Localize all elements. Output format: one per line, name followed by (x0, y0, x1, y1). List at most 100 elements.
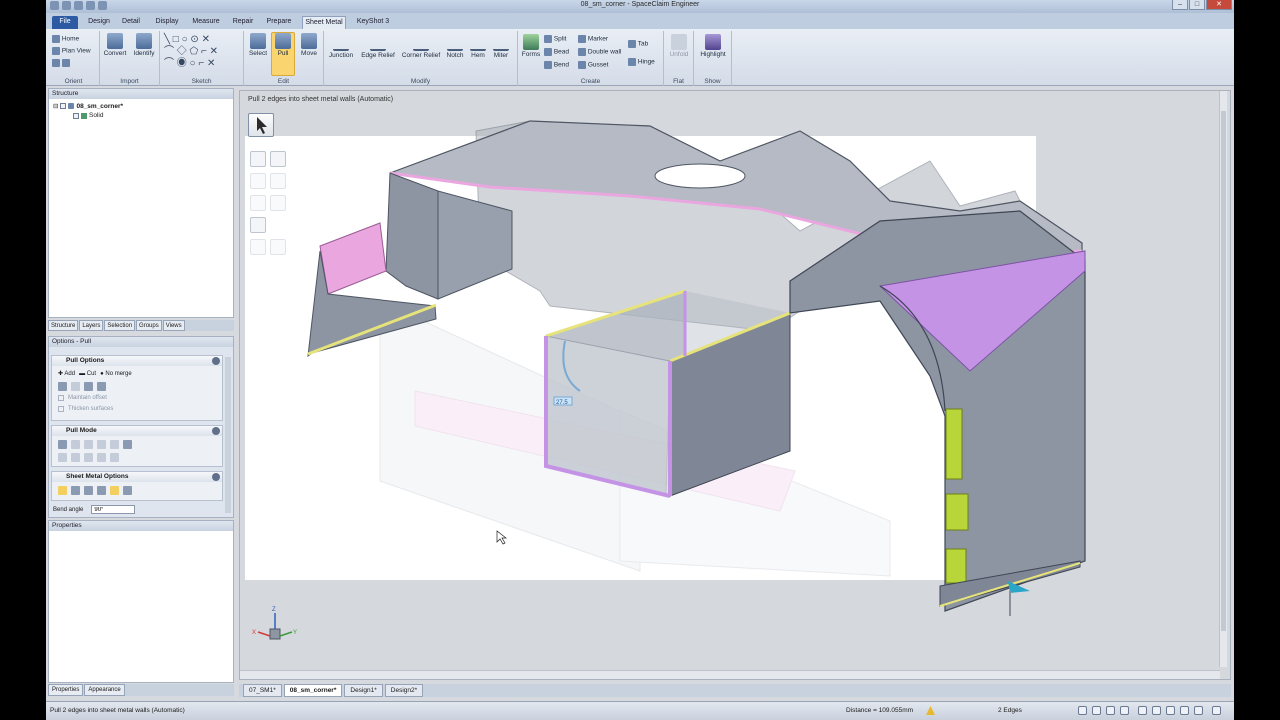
scroll-thumb[interactable] (1221, 111, 1226, 631)
thicken-surfaces-checkbox[interactable] (58, 406, 64, 412)
tab-groups[interactable]: Groups (136, 320, 162, 331)
no-merge-option[interactable]: ● No merge (100, 371, 132, 377)
marker-button[interactable]: Marker (578, 35, 608, 43)
offset-icon[interactable] (110, 453, 119, 462)
add-option[interactable]: ✚ Add (58, 370, 75, 377)
draft-icon[interactable] (110, 440, 119, 449)
tab-properties[interactable]: Properties (48, 684, 84, 696)
round-bend-icon[interactable] (84, 486, 93, 495)
spin-icon[interactable] (1166, 706, 1175, 715)
collapse-icon[interactable] (212, 357, 220, 365)
tab-design[interactable]: Design (86, 16, 112, 29)
pan-icon[interactable] (1152, 706, 1161, 715)
bend-button[interactable]: Bend (544, 61, 569, 69)
double-bend-icon[interactable] (97, 486, 106, 495)
wall-icon[interactable] (110, 486, 119, 495)
tab-display[interactable]: Display (152, 16, 182, 29)
tab-file[interactable]: File (52, 16, 78, 29)
maximize-button[interactable]: □ (1189, 0, 1205, 10)
tab-views[interactable]: Views (162, 320, 185, 331)
edge-relief-button[interactable]: Edge Relief (358, 35, 398, 59)
lasso-select-icon[interactable] (1106, 706, 1115, 715)
select-guide-icon[interactable] (250, 151, 266, 167)
guide-icon-9[interactable] (270, 239, 286, 255)
bend-angle-input[interactable] (91, 505, 136, 514)
hinge-button[interactable]: Hinge (628, 58, 655, 66)
tree-root[interactable]: ⊟ 08_sm_corner* (53, 102, 123, 111)
viewport-horizontal-scrollbar[interactable] (240, 670, 1220, 679)
junction-button[interactable]: Junction (326, 35, 356, 59)
tab-selection[interactable]: Selection (104, 320, 136, 331)
options-scrollbar[interactable] (225, 357, 231, 513)
maintain-offset-checkbox[interactable] (58, 395, 64, 401)
scale-icon[interactable] (58, 453, 67, 462)
doc-tab-08-sm-corner[interactable]: 08_sm_corner* (283, 684, 343, 697)
plan-view-button[interactable]: Plan View (52, 47, 91, 55)
guide-icon-3[interactable] (250, 173, 266, 189)
direction-icon[interactable] (58, 440, 67, 449)
forms-button[interactable]: Forms (520, 34, 542, 58)
view-icon[interactable] (1180, 706, 1189, 715)
collapse-icon[interactable] (212, 473, 220, 481)
notch-button[interactable]: Notch (444, 35, 466, 59)
cut-option[interactable]: ▬ Cut (79, 371, 96, 377)
corner-relief-button[interactable]: Corner Relief (400, 35, 442, 59)
tree-solid[interactable]: Solid (73, 112, 103, 119)
tab-button[interactable]: Tab (628, 40, 648, 48)
bend-relief-icon[interactable] (71, 486, 80, 495)
move-button[interactable]: Move (296, 33, 322, 57)
tab-layers[interactable]: Layers (79, 320, 104, 331)
pull-button[interactable]: Pull (271, 32, 295, 76)
select-button[interactable]: Select (246, 33, 270, 57)
bead-button[interactable]: Bead (544, 48, 569, 56)
tab-structure[interactable]: Structure (48, 320, 79, 331)
box-select-icon[interactable] (1092, 706, 1101, 715)
extend-icon[interactable] (84, 453, 93, 462)
flange-icon[interactable] (58, 486, 67, 495)
tab-prepare[interactable]: Prepare (264, 16, 294, 29)
green-tab-2[interactable] (945, 493, 969, 531)
ruled-icon[interactable] (71, 382, 80, 391)
blend-icon[interactable] (123, 440, 132, 449)
double-wall-button[interactable]: Double wall (578, 48, 621, 56)
fit-icon[interactable] (1194, 706, 1203, 715)
tab-appearance[interactable]: Appearance (84, 684, 125, 696)
revolve-icon[interactable] (84, 440, 93, 449)
pivot-icon[interactable] (58, 382, 67, 391)
hem-button[interactable]: Hem (468, 35, 488, 59)
visibility-checkbox[interactable] (60, 103, 67, 109)
fill-icon[interactable] (97, 453, 106, 462)
minimize-button[interactable]: – (1172, 0, 1188, 10)
select-mode-icon[interactable] (1078, 706, 1087, 715)
view-cube-button[interactable] (52, 59, 70, 67)
split-button[interactable]: Split (544, 35, 566, 43)
guide-icon-8[interactable] (250, 239, 266, 255)
left-wall[interactable] (385, 172, 439, 300)
sketch-tools[interactable]: ╲ □ ○ ⊙ ✕ ⌒ ◇ ⬠ ⌐ ✕ ⌒ ◉ ○ ⌐ ✕ (164, 34, 240, 70)
rotate-icon[interactable] (84, 382, 93, 391)
full-pull-icon[interactable] (250, 217, 266, 233)
tab-sheet-metal[interactable]: Sheet Metal (302, 16, 346, 29)
highlight-button[interactable]: Highlight (696, 34, 730, 58)
home-button[interactable]: Home (52, 35, 79, 43)
maintain-offset-option[interactable]: Maintain offset (58, 395, 107, 401)
tab-repair[interactable]: Repair (229, 16, 257, 29)
pink-flange[interactable] (319, 222, 387, 295)
doc-tab-07-sm1[interactable]: 07_SM1* (243, 684, 282, 697)
doc-tab-design2[interactable]: Design2* (384, 684, 424, 697)
guide-icon-4[interactable] (270, 173, 286, 189)
hole[interactable] (654, 163, 746, 189)
settings-icon[interactable] (1212, 706, 1221, 715)
sheet-metal-model[interactable]: 27.5 Z X Y (240, 91, 1231, 680)
convert-button[interactable]: Convert (102, 33, 128, 57)
expand-icon[interactable]: ⊟ (53, 102, 58, 110)
select-pointer-button[interactable] (248, 113, 274, 137)
copy-icon[interactable] (71, 453, 80, 462)
collapse-icon[interactable] (212, 427, 220, 435)
warning-icon[interactable] (926, 706, 935, 715)
chain-icon[interactable] (123, 486, 132, 495)
unfold-button[interactable]: Unfold (666, 34, 692, 58)
selection-count[interactable]: 2 Edges (998, 707, 1022, 714)
both-sides-icon[interactable] (97, 382, 106, 391)
pull-options-title[interactable]: Pull Options (52, 356, 222, 366)
